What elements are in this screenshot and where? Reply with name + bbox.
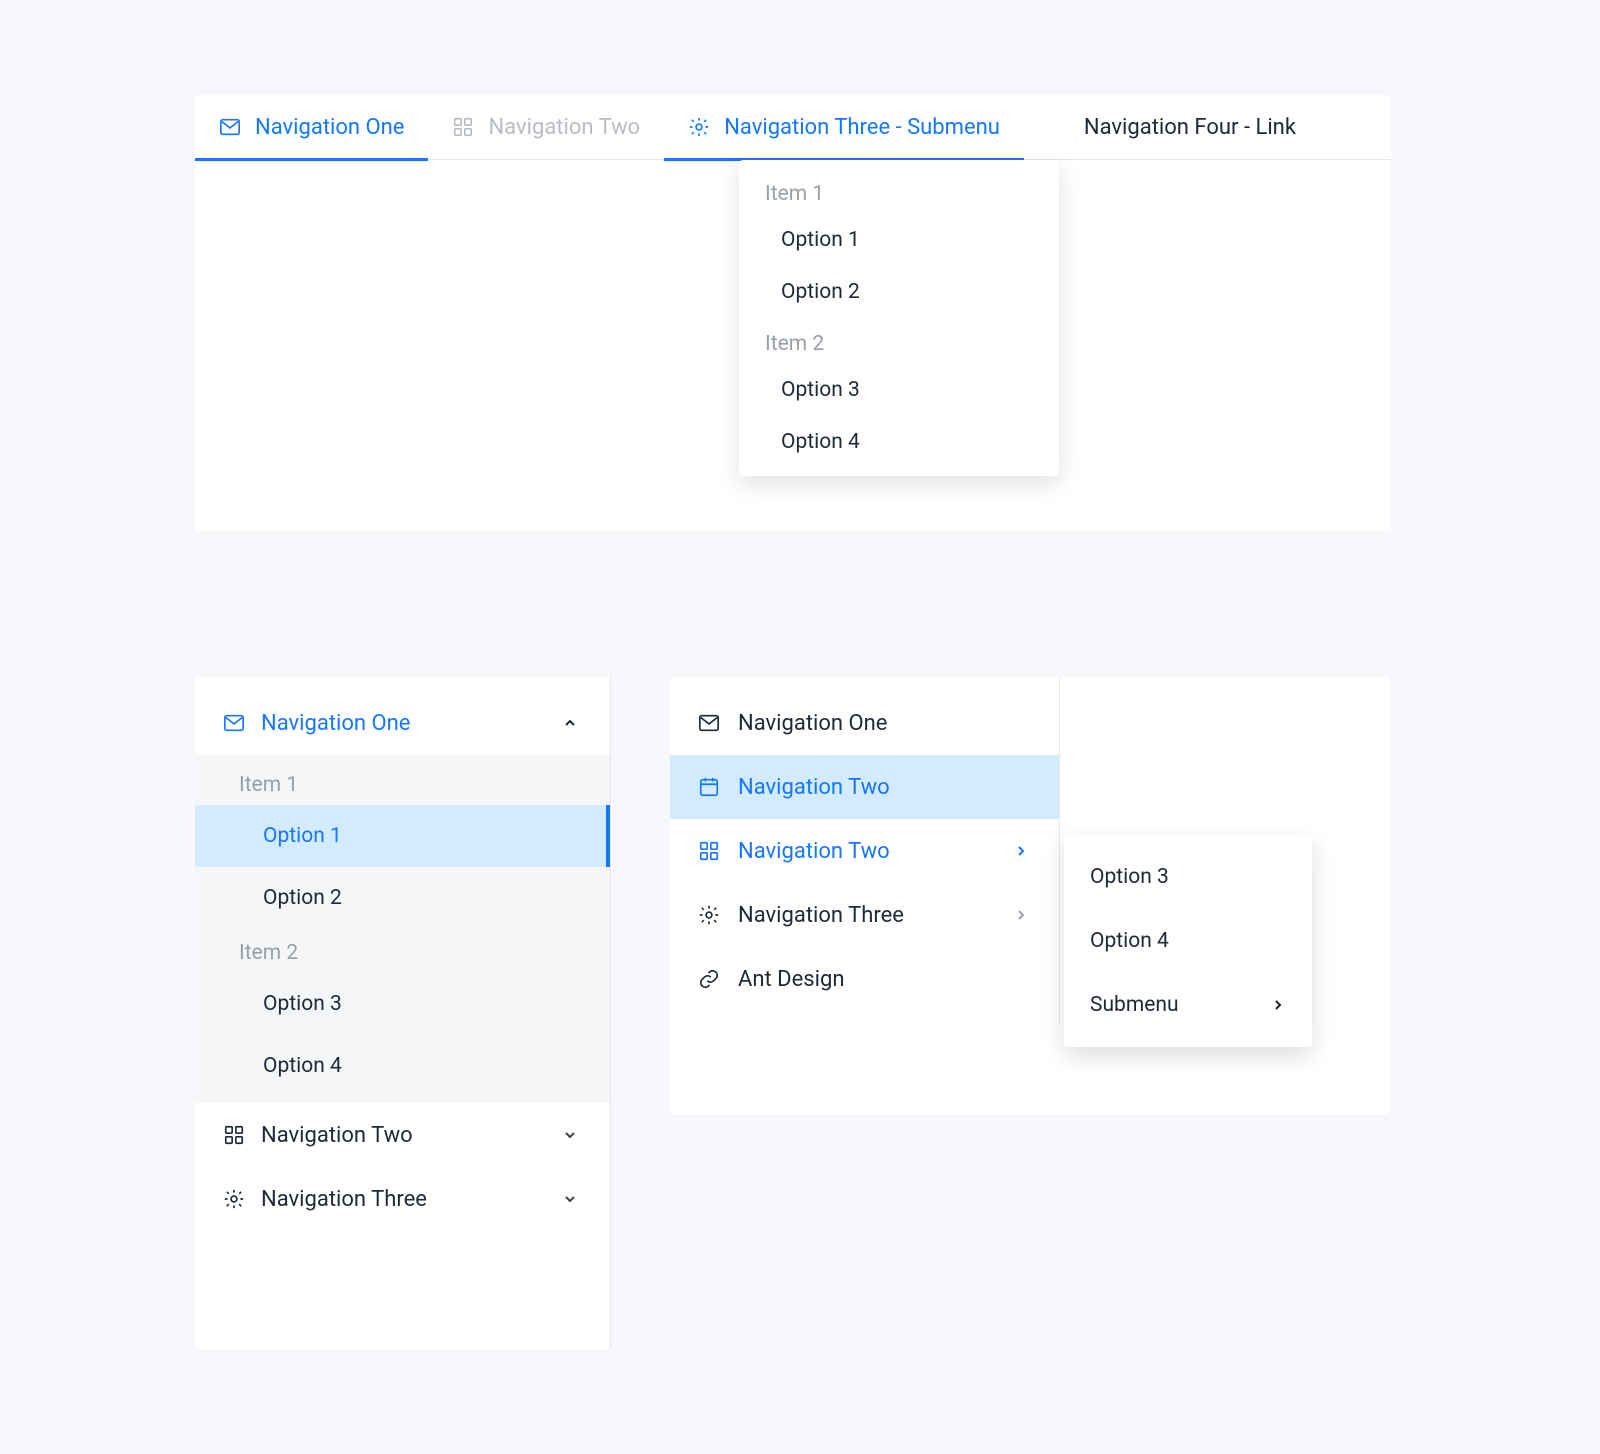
nav-label: Navigation Three - Submenu — [724, 115, 1000, 140]
inline-option[interactable]: Option 3 — [195, 973, 610, 1035]
nav-label: Navigation Three — [261, 1187, 427, 1212]
mail-icon — [223, 712, 245, 734]
horizontal-menu: Navigation One Navigation Two Navigation… — [195, 95, 1391, 160]
vnav-two-submenu[interactable]: Navigation Two — [670, 819, 1059, 883]
setting-icon — [688, 116, 710, 138]
vertical-menu-panel: Navigation One Navigation Two Navigation… — [670, 677, 1390, 1114]
inline-menu-panel: Navigation One Item 1 Option 1 Option 2 … — [195, 677, 611, 1349]
nav-label: Navigation Three — [738, 903, 904, 928]
vnav-antdesign[interactable]: Ant Design — [670, 947, 1059, 1011]
nav-three-submenu[interactable]: Navigation Three - Submenu — [664, 95, 1024, 160]
setting-icon — [698, 904, 720, 926]
nav-label: Navigation One — [255, 115, 404, 140]
nav-label: Navigation Two — [738, 839, 890, 864]
nav-label: Navigation Two — [488, 115, 640, 140]
inline-nav-one[interactable]: Navigation One — [195, 691, 610, 755]
popout-label: Submenu — [1090, 993, 1179, 1017]
nav-one[interactable]: Navigation One — [195, 95, 428, 160]
chevron-up-icon — [562, 715, 578, 731]
chevron-right-icon — [1270, 997, 1286, 1013]
inline-option[interactable]: Option 1 — [195, 805, 610, 867]
chevron-right-icon — [1013, 907, 1029, 923]
link-icon — [698, 968, 720, 990]
submenu-popout: Option 3 Option 4 Submenu — [1064, 835, 1312, 1047]
nav-four-link[interactable]: Navigation Four - Link — [1060, 95, 1320, 160]
vnav-one[interactable]: Navigation One — [670, 691, 1059, 755]
nav-label: Navigation Two — [738, 775, 890, 800]
dropdown-group-title: Item 2 — [739, 318, 1059, 364]
dropdown-option[interactable]: Option 2 — [739, 266, 1059, 318]
dropdown-option[interactable]: Option 4 — [739, 416, 1059, 468]
vertical-menu: Navigation One Navigation Two Navigation… — [670, 677, 1060, 1025]
mail-icon — [698, 712, 720, 734]
mail-icon — [219, 116, 241, 138]
inline-subgroup: Item 1 Option 1 Option 2 Item 2 Option 3… — [195, 755, 610, 1103]
horizontal-menu-panel: Navigation One Navigation Two Navigation… — [195, 95, 1391, 531]
vnav-three[interactable]: Navigation Three — [670, 883, 1059, 947]
calendar-icon — [698, 776, 720, 798]
nav-label: Navigation One — [738, 711, 887, 736]
appstore-icon — [452, 116, 474, 138]
nav-label: Navigation Two — [261, 1123, 413, 1148]
nav-label: Ant Design — [738, 967, 844, 992]
popout-label: Option 3 — [1090, 865, 1169, 889]
popout-option[interactable]: Option 3 — [1064, 845, 1312, 909]
popout-option[interactable]: Option 4 — [1064, 909, 1312, 973]
inline-nav-two[interactable]: Navigation Two — [195, 1103, 610, 1167]
dropdown-option[interactable]: Option 1 — [739, 214, 1059, 266]
inline-menu: Navigation One Item 1 Option 1 Option 2 … — [195, 677, 611, 1349]
vnav-two-selected[interactable]: Navigation Two — [670, 755, 1059, 819]
appstore-icon — [223, 1124, 245, 1146]
inline-nav-three[interactable]: Navigation Three — [195, 1167, 610, 1231]
chevron-down-icon — [562, 1191, 578, 1207]
nav-label: Navigation One — [261, 711, 410, 736]
popout-label: Option 4 — [1090, 929, 1169, 953]
group-title: Item 2 — [195, 929, 610, 973]
popout-submenu[interactable]: Submenu — [1064, 973, 1312, 1037]
inline-option[interactable]: Option 4 — [195, 1035, 610, 1097]
appstore-icon — [698, 840, 720, 862]
chevron-right-icon — [1013, 843, 1029, 859]
nav-label: Navigation Four - Link — [1084, 115, 1296, 140]
dropdown-group-title: Item 1 — [739, 168, 1059, 214]
nav-two: Navigation Two — [428, 95, 664, 160]
dropdown-option[interactable]: Option 3 — [739, 364, 1059, 416]
inline-option[interactable]: Option 2 — [195, 867, 610, 929]
group-title: Item 1 — [195, 761, 610, 805]
chevron-down-icon — [562, 1127, 578, 1143]
setting-icon — [223, 1188, 245, 1210]
nav-three-dropdown: Item 1 Option 1 Option 2 Item 2 Option 3… — [739, 160, 1059, 476]
